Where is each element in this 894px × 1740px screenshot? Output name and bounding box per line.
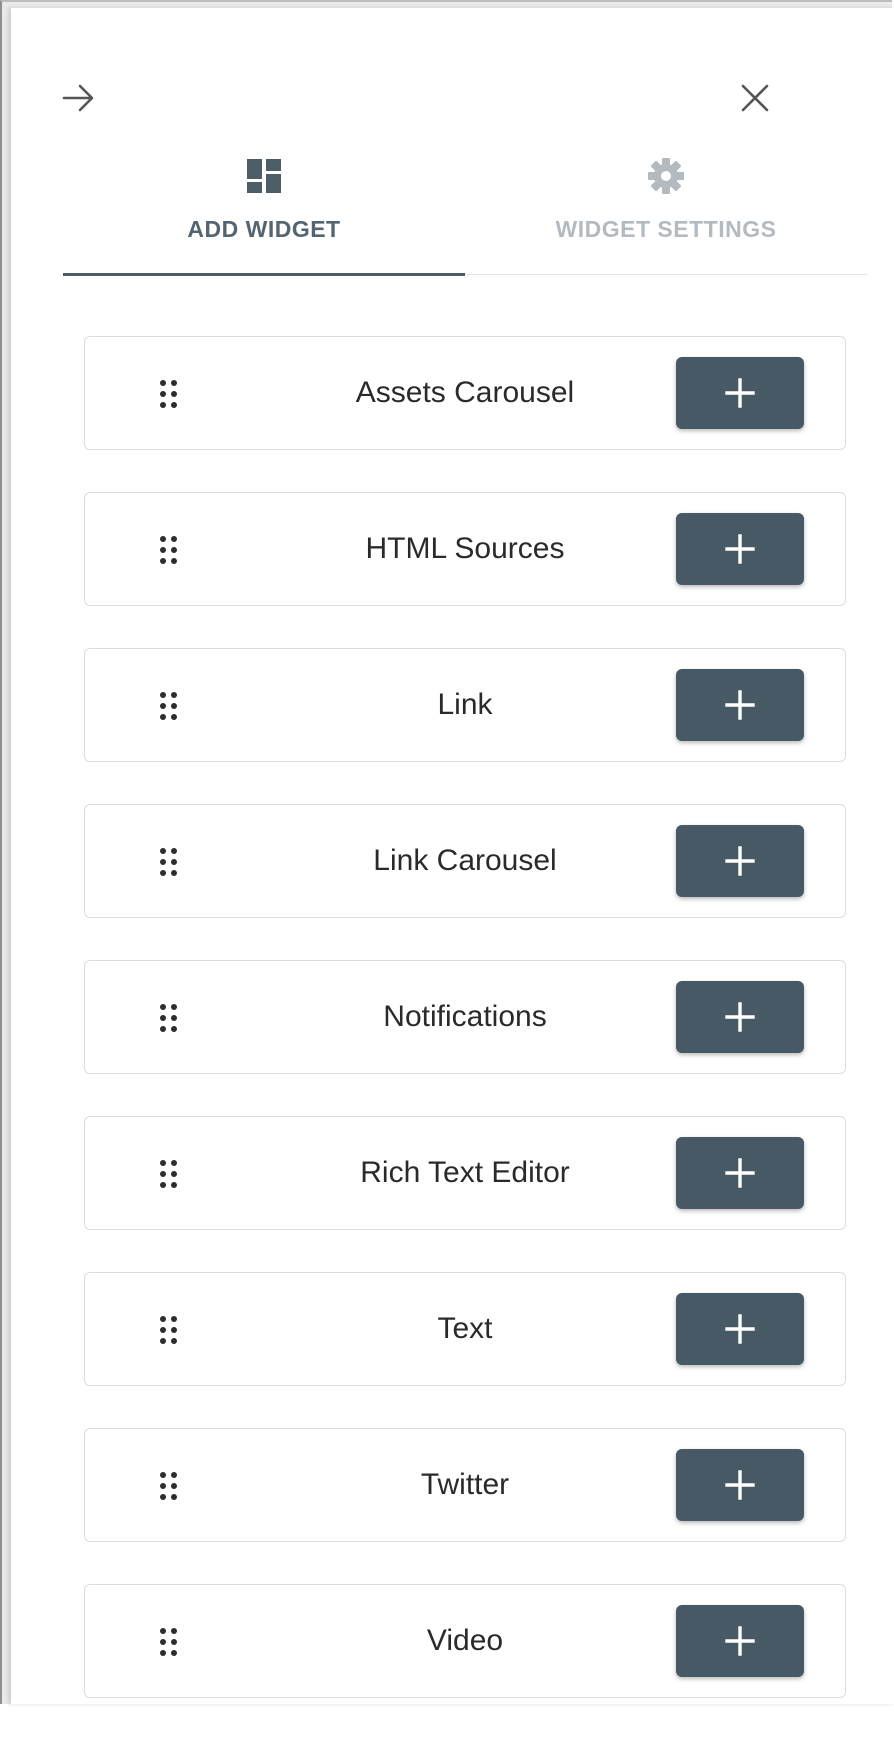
- add-widget-button[interactable]: [676, 1605, 804, 1677]
- plus-icon: [725, 1158, 755, 1188]
- dashboard-icon: [246, 156, 282, 196]
- gear-icon: [647, 156, 685, 196]
- drag-handle-icon[interactable]: [158, 1159, 180, 1189]
- drag-handle-icon[interactable]: [158, 379, 180, 409]
- collapse-panel-button[interactable]: [55, 74, 103, 122]
- plus-icon: [725, 846, 755, 876]
- list-item: Twitter: [84, 1428, 846, 1542]
- plus-icon: [725, 1314, 755, 1344]
- add-widget-button[interactable]: [676, 357, 804, 429]
- add-widget-button[interactable]: [676, 825, 804, 897]
- close-icon: [741, 84, 769, 112]
- add-widget-button[interactable]: [676, 1449, 804, 1521]
- add-widget-button[interactable]: [676, 513, 804, 585]
- list-item: Text: [84, 1272, 846, 1386]
- list-item: Rich Text Editor: [84, 1116, 846, 1230]
- drag-handle-icon[interactable]: [158, 1627, 180, 1657]
- list-item: Assets Carousel: [84, 336, 846, 450]
- drag-handle-icon[interactable]: [158, 1471, 180, 1501]
- tab-add-widget-label: ADD WIDGET: [187, 216, 341, 242]
- plus-icon: [725, 1470, 755, 1500]
- add-widget-button[interactable]: [676, 669, 804, 741]
- list-item: Video: [84, 1584, 846, 1698]
- list-item: Notifications: [84, 960, 846, 1074]
- add-widget-button[interactable]: [676, 1293, 804, 1365]
- close-panel-button[interactable]: [731, 74, 779, 122]
- drag-handle-icon[interactable]: [158, 1315, 180, 1345]
- tab-add-widget[interactable]: ADD WIDGET: [63, 148, 465, 276]
- arrow-right-icon: [62, 84, 94, 112]
- add-widget-button[interactable]: [676, 1137, 804, 1209]
- panel-tabs: ADD WIDGET WIDGET SETTINGS: [63, 148, 867, 276]
- drag-handle-icon[interactable]: [158, 1003, 180, 1033]
- plus-icon: [725, 1626, 755, 1656]
- drag-handle-icon[interactable]: [158, 847, 180, 877]
- add-widget-button[interactable]: [676, 981, 804, 1053]
- drag-handle-icon[interactable]: [158, 691, 180, 721]
- widget-side-panel: ADD WIDGET WIDGET SETTINGS Assets Carous…: [10, 8, 894, 1704]
- plus-icon: [725, 534, 755, 564]
- tab-widget-settings-label: WIDGET SETTINGS: [555, 216, 777, 242]
- widget-list: Assets Carousel HTML Sources Link Link C…: [84, 336, 846, 1740]
- plus-icon: [725, 1002, 755, 1032]
- list-item: Link Carousel: [84, 804, 846, 918]
- plus-icon: [725, 378, 755, 408]
- tab-widget-settings[interactable]: WIDGET SETTINGS: [465, 148, 867, 274]
- list-item: HTML Sources: [84, 492, 846, 606]
- drag-handle-icon[interactable]: [158, 535, 180, 565]
- plus-icon: [725, 690, 755, 720]
- list-item: Link: [84, 648, 846, 762]
